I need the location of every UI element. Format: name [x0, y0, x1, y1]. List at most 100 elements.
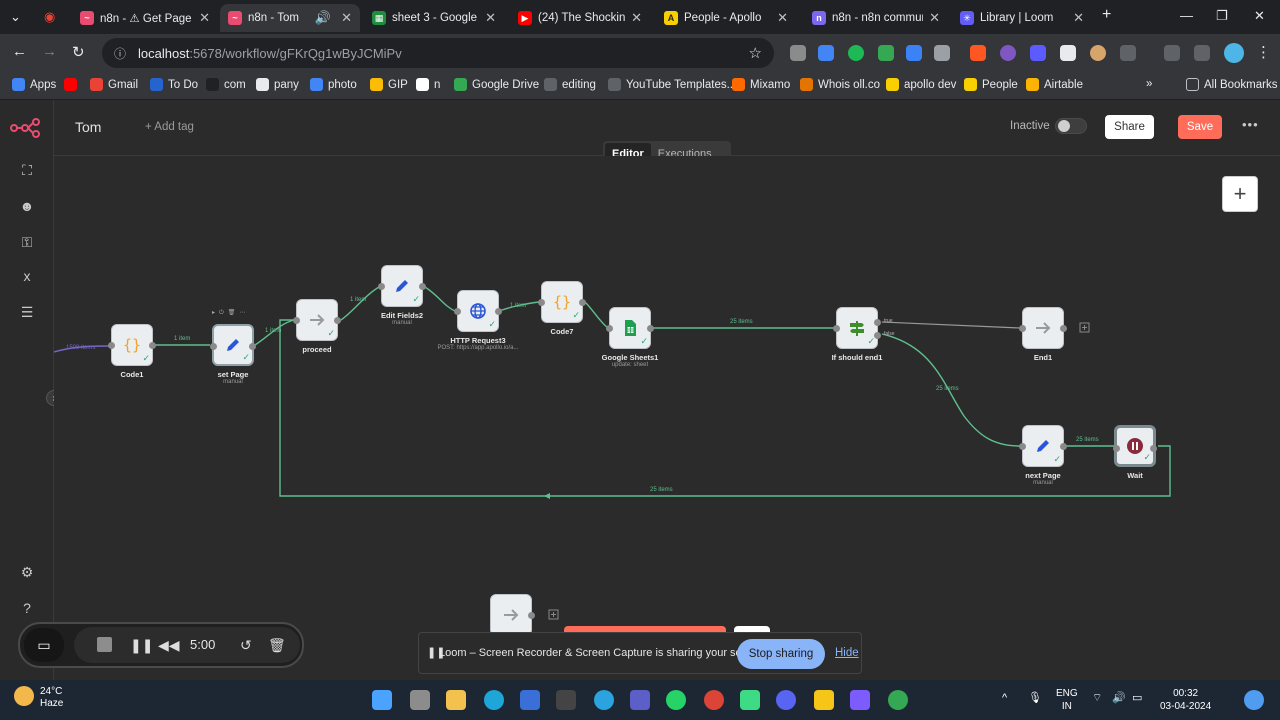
bookmark-gmail[interactable]: Gmail	[90, 78, 138, 91]
tab-n8n-community[interactable]: n n8n - n8n commun ✕	[804, 4, 948, 32]
more-options-icon[interactable]: •••	[1242, 117, 1259, 132]
help-icon[interactable]: ?	[18, 600, 36, 616]
cookie-extension-icon[interactable]	[1090, 45, 1106, 61]
output-handle[interactable]	[528, 612, 535, 619]
tab-loom[interactable]: ✳ Library | Loom ✕	[952, 4, 1092, 32]
restore-icon[interactable]: ❐	[1216, 8, 1228, 24]
microphone-icon[interactable]: 🎙	[1028, 692, 1042, 705]
executions-list-icon[interactable]: ☰	[18, 304, 36, 321]
restart-icon[interactable]: ↺	[240, 637, 252, 654]
close-tab-icon[interactable]: ✕	[485, 10, 496, 26]
task-view-icon[interactable]	[410, 690, 430, 710]
translate-extension-icon[interactable]	[818, 45, 834, 61]
extensions-puzzle-icon[interactable]	[1120, 45, 1136, 61]
clock[interactable]: 00:32 03-04-2024	[1160, 687, 1211, 713]
input-handle[interactable]	[454, 308, 461, 315]
output-handle[interactable]	[419, 283, 426, 290]
chrome-menu-icon[interactable]: ⋮	[1256, 43, 1271, 61]
bookmark-google-drive[interactable]: Google Drive	[454, 78, 539, 91]
node-proceed[interactable]: ✓	[293, 299, 341, 341]
bookmark-gip[interactable]: GIP	[370, 78, 408, 91]
bookmark-com[interactable]: com	[206, 78, 246, 91]
output-handle[interactable]	[249, 343, 256, 350]
whatsapp-icon[interactable]	[666, 690, 686, 710]
node-end1[interactable]	[1019, 307, 1067, 349]
input-handle[interactable]	[1113, 445, 1120, 452]
telegram-icon[interactable]	[594, 690, 614, 710]
bookmark-mixamo[interactable]: Mixamo	[732, 78, 790, 91]
workflow-name[interactable]: Tom	[75, 119, 101, 135]
false-output-handle[interactable]	[874, 332, 881, 339]
tab-google-sheet[interactable]: ▦ sheet 3 - Google Sh ✕	[364, 4, 504, 32]
extension-icon[interactable]	[878, 45, 894, 61]
input-handle[interactable]	[293, 317, 300, 324]
address-bar[interactable]: ⓘ localhost:5678/workflow/gFKrQg1wByJCMi…	[102, 38, 774, 68]
side-panel-icon[interactable]	[1194, 45, 1210, 61]
extension-icon[interactable]	[1060, 45, 1076, 61]
windows-start-icon[interactable]	[372, 690, 392, 710]
all-bookmarks[interactable]: All Bookmarks	[1186, 78, 1278, 91]
activate-toggle[interactable]	[1055, 118, 1087, 134]
node-next-page[interactable]: ✓	[1019, 425, 1067, 467]
reload-icon[interactable]: ↻	[72, 43, 85, 61]
output-handle[interactable]	[1150, 445, 1157, 452]
close-tab-icon[interactable]: ✕	[777, 10, 788, 26]
bookmark-youtube-templates[interactable]: YouTube Templates...	[608, 78, 736, 91]
battery-icon[interactable]: ▭	[1132, 692, 1142, 705]
bookmark-todo[interactable]: To Do	[150, 78, 198, 91]
forward-icon[interactable]: →	[42, 43, 57, 60]
chrome-profile-icon[interactable]	[888, 690, 908, 710]
node-if-should-end1[interactable]: ✓	[833, 307, 881, 349]
bookmark-apps[interactable]: Apps	[12, 78, 56, 91]
input-handle[interactable]	[108, 342, 115, 349]
bookmark-airtable[interactable]: Airtable	[1026, 78, 1083, 91]
volume-icon[interactable]: 🔊	[1112, 692, 1126, 705]
media-controls-icon[interactable]	[1164, 45, 1180, 61]
trash-icon[interactable]: 🗑	[268, 637, 286, 654]
profile-avatar[interactable]	[1224, 43, 1244, 63]
true-output-handle[interactable]	[874, 319, 881, 326]
n8n-logo-icon[interactable]	[10, 118, 44, 143]
back-icon[interactable]: ←	[12, 43, 27, 60]
extension-icon[interactable]	[1000, 45, 1016, 61]
output-handle[interactable]	[1060, 325, 1067, 332]
bookmark-notion[interactable]: n	[416, 78, 440, 91]
app-icon[interactable]	[814, 690, 834, 710]
tab-search-icon[interactable]: ⌄	[10, 9, 21, 25]
input-handle[interactable]	[606, 325, 613, 332]
new-tab-icon[interactable]: +	[1102, 6, 1111, 24]
bookmark-apollo-dev[interactable]: apollo dev	[886, 78, 956, 91]
extension-icon[interactable]	[906, 45, 922, 61]
bookmark-photo[interactable]: photo	[310, 78, 357, 91]
teams-icon[interactable]	[630, 690, 650, 710]
language-indicator[interactable]: ENG IN	[1056, 687, 1078, 713]
android-studio-icon[interactable]	[740, 690, 760, 710]
input-handle[interactable]	[833, 325, 840, 332]
workflows-icon[interactable]: ⛶	[18, 162, 36, 179]
hide-link[interactable]: Hide	[835, 647, 859, 659]
edge-browser-icon[interactable]	[484, 690, 504, 710]
close-tab-icon[interactable]: ✕	[199, 10, 210, 26]
extension-icon[interactable]	[934, 45, 950, 61]
copilot-icon[interactable]	[1244, 690, 1264, 710]
node-set-page[interactable]: ✓	[210, 324, 256, 366]
more-bookmarks-icon[interactable]: »	[1146, 78, 1152, 90]
tab-tom[interactable]: ~ n8n - Tom 🔊 ✕	[220, 4, 360, 32]
node-http-request3[interactable]: ✓	[454, 290, 502, 332]
weather-widget[interactable]: 24°C Haze	[14, 686, 63, 710]
node-partial[interactable]	[490, 594, 535, 636]
node-code7[interactable]: {} ✓	[538, 281, 586, 323]
tab-apollo[interactable]: A People - Apollo ✕	[656, 4, 796, 32]
close-tab-icon[interactable]: ✕	[631, 10, 642, 26]
users-icon[interactable]: ☻	[18, 198, 36, 214]
output-handle[interactable]	[149, 342, 156, 349]
stop-sharing-button[interactable]: Stop sharing	[737, 639, 825, 669]
minimize-icon[interactable]: —	[1180, 8, 1193, 23]
output-handle[interactable]	[647, 325, 654, 332]
share-button[interactable]: Share	[1105, 115, 1154, 139]
terminal-icon[interactable]	[556, 690, 576, 710]
extension-icon[interactable]	[848, 45, 864, 61]
wifi-icon[interactable]: ⌔	[1092, 692, 1102, 705]
chrome-icon[interactable]	[704, 690, 724, 710]
node-edit-fields2[interactable]: ✓	[378, 265, 426, 307]
